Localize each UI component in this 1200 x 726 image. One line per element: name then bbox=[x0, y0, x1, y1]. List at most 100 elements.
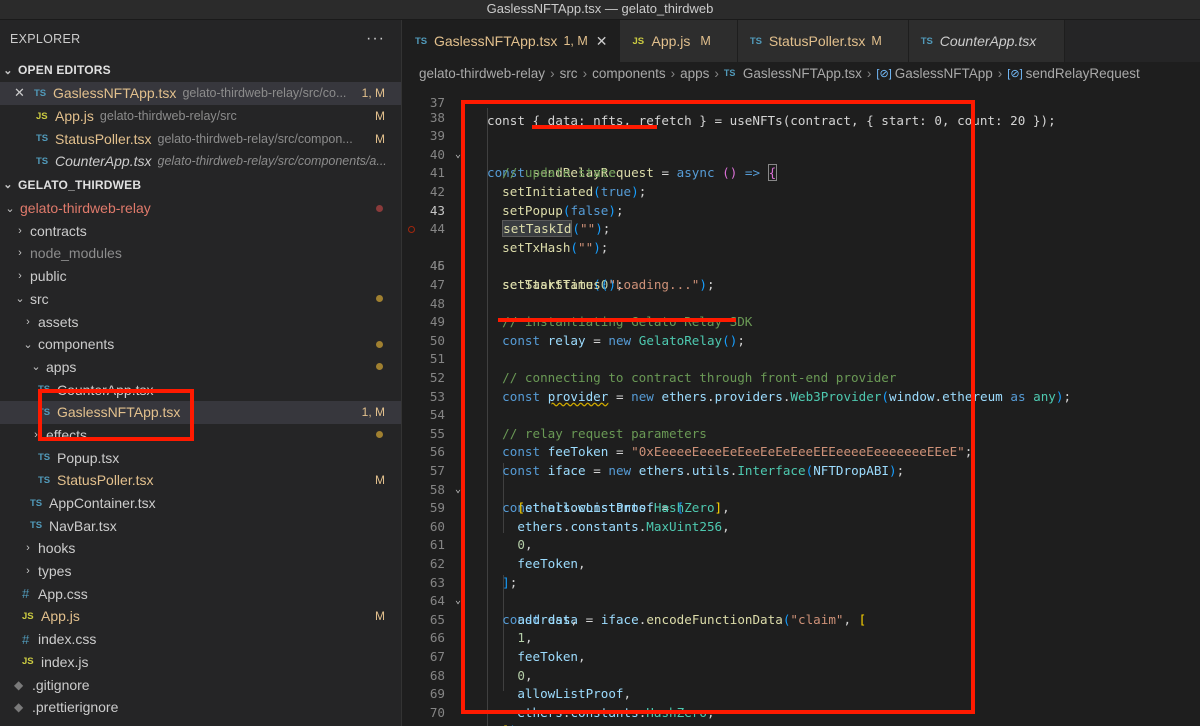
chevron-down-icon: ⌄ bbox=[3, 179, 13, 192]
tree-file[interactable]: TS StatusPoller.tsx M bbox=[0, 469, 401, 492]
code-editor[interactable]: 37 const { data: nfts, refetch } = useNF… bbox=[403, 84, 1200, 726]
open-editor-path: gelato-thirdweb-relay/src bbox=[99, 109, 237, 124]
code-line: 52 const provider = new ethers.providers… bbox=[403, 350, 1200, 404]
chevron-right-icon: › bbox=[550, 65, 555, 81]
error-dot-icon bbox=[376, 204, 383, 212]
breadcrumb-item[interactable]: GaslessNFTApp.tsx bbox=[743, 66, 862, 81]
ts-file-icon: TS bbox=[34, 87, 47, 99]
tab-statuspoller[interactable]: TS StatusPoller.tsx M bbox=[737, 20, 909, 62]
code-line: 38 bbox=[403, 90, 1200, 125]
symbol-variable-icon: [⊘] bbox=[1007, 67, 1023, 80]
tab-counterapp[interactable]: TS CounterApp.tsx bbox=[908, 20, 1066, 62]
tree-folder[interactable]: ⌄ gelato-thirdweb-relay bbox=[0, 197, 401, 220]
open-editor-item[interactable]: JS App.js gelato-thirdweb-relay/src M bbox=[0, 105, 401, 128]
tab-appjs[interactable]: JS App.js M bbox=[620, 20, 738, 62]
tree-file[interactable]: # index.css bbox=[0, 628, 401, 651]
tree-folder-label: public bbox=[30, 268, 67, 285]
chevron-right-icon: › bbox=[18, 247, 22, 260]
open-editor-path: gelato-thirdweb-relay/src/compon... bbox=[157, 131, 353, 146]
open-editor-name: App.js bbox=[55, 108, 94, 125]
tree-folder-label: gelato-thirdweb-relay bbox=[20, 200, 151, 217]
chevron-right-icon: › bbox=[34, 428, 38, 441]
open-editor-name: CounterApp.tsx bbox=[55, 153, 152, 170]
tree-file[interactable]: JS App.js M bbox=[0, 605, 401, 628]
code-line: 59 ethers.constants.MaxUint256, bbox=[403, 481, 1200, 534]
code-line: 45 setStartTime(0); bbox=[403, 220, 1200, 292]
code-line: 58 [ethers.constants.HashZero], bbox=[403, 462, 1200, 516]
chevron-down-icon: ⌄ bbox=[3, 64, 13, 77]
close-icon[interactable]: ✕ bbox=[14, 85, 28, 101]
tree-file-label: App.js bbox=[41, 608, 80, 625]
breadcrumb-item[interactable]: apps bbox=[680, 66, 709, 81]
code-line: 67 0, bbox=[403, 629, 1200, 683]
window-title: GaslessNFTApp.tsx — gelato_thirdweb bbox=[0, 0, 1200, 20]
breakpoint-icon[interactable] bbox=[408, 226, 415, 234]
tree-file[interactable]: TS CounterApp.tsx bbox=[0, 378, 401, 401]
file-status-badge: 1, M bbox=[361, 86, 385, 101]
open-editors-title: OPEN EDITORS bbox=[18, 63, 111, 77]
tree-file-label: AppContainer.tsx bbox=[49, 495, 156, 512]
tree-folder[interactable]: › types bbox=[0, 560, 401, 583]
css-file-icon: # bbox=[22, 631, 30, 647]
tree-folder[interactable]: › assets bbox=[0, 310, 401, 333]
tree-file[interactable]: TS AppContainer.tsx bbox=[0, 492, 401, 515]
tree-folder[interactable]: › effects bbox=[0, 424, 401, 447]
chevron-right-icon: › bbox=[866, 65, 872, 81]
open-editor-item[interactable]: TS StatusPoller.tsx gelato-thirdweb-rela… bbox=[0, 127, 401, 150]
tree-folder[interactable]: › node_modules bbox=[0, 242, 401, 265]
code-line: 61 feeToken, bbox=[403, 518, 1200, 571]
tree-folder[interactable]: ⌄ apps bbox=[0, 356, 401, 379]
code-line: 42 setPopup(false); bbox=[403, 164, 1200, 218]
line-number: 71 bbox=[403, 722, 445, 726]
tree-file[interactable]: ◆ .gitignore bbox=[0, 673, 401, 696]
tree-folder[interactable]: ⌄ src bbox=[0, 288, 401, 311]
tree-file-selected[interactable]: TS GaslessNFTApp.tsx 1, M bbox=[0, 400, 401, 424]
chevron-right-icon: › bbox=[18, 270, 22, 283]
file-status-badge: M bbox=[375, 609, 385, 624]
prettier-file-icon: ◆ bbox=[14, 700, 24, 715]
tree-file[interactable]: JS index.js bbox=[0, 651, 401, 674]
file-status-badge: M bbox=[375, 473, 385, 488]
explorer-sidebar: EXPLORER ··· ⌄ OPEN EDITORS ✕ TS Gasless… bbox=[0, 20, 402, 726]
ts-file-icon: TS bbox=[36, 155, 49, 167]
tree-file-label: NavBar.tsx bbox=[49, 517, 117, 534]
code-line: 47 bbox=[403, 257, 1200, 292]
tree-folder-label: hooks bbox=[38, 540, 76, 557]
breadcrumb-item[interactable]: src bbox=[560, 66, 578, 81]
breadcrumb-item[interactable]: sendRelayRequest bbox=[1026, 66, 1140, 81]
workspace-section[interactable]: ⌄ GELATO_THIRDWEB bbox=[0, 173, 401, 197]
tree-file[interactable]: TS Popup.tsx bbox=[0, 446, 401, 469]
breadcrumb-item[interactable]: components bbox=[592, 66, 666, 81]
open-editor-item[interactable]: ✕ TS GaslessNFTApp.tsx gelato-thirdweb-r… bbox=[0, 82, 401, 105]
chevron-down-icon: ⌄ bbox=[5, 202, 15, 215]
code-line: 71 bbox=[403, 704, 1200, 726]
tree-file[interactable]: TS NavBar.tsx bbox=[0, 514, 401, 537]
tree-folder[interactable]: ⌄ components bbox=[0, 333, 401, 356]
ts-file-icon: TS bbox=[36, 133, 49, 145]
code-line: 50 bbox=[403, 313, 1200, 348]
chevron-right-icon: › bbox=[582, 65, 588, 81]
symbol-variable-icon: [⊘] bbox=[876, 67, 892, 80]
code-line: 54 // relay request parameters bbox=[403, 388, 1200, 441]
close-icon[interactable]: ✕ bbox=[596, 33, 608, 50]
tree-folder[interactable]: › public bbox=[0, 265, 401, 288]
tab-label: CounterApp.tsx bbox=[939, 33, 1037, 49]
tab-gaslessnftapp[interactable]: TS GaslessNFTApp.tsx 1, M ✕ bbox=[403, 20, 621, 62]
file-status-badge: 1, M bbox=[361, 405, 385, 420]
tab-status: M bbox=[871, 34, 882, 48]
tree-folder[interactable]: › hooks bbox=[0, 537, 401, 560]
breadcrumb-item[interactable]: GaslessNFTApp bbox=[895, 66, 993, 81]
code-line: 56 const iface = new ethers.utils.Interf… bbox=[403, 425, 1200, 478]
code-line: 57 ⌄ const allowListProof = [ bbox=[403, 443, 1200, 515]
tree-file-label: StatusPoller.tsx bbox=[57, 472, 154, 489]
tree-file[interactable]: # App.css bbox=[0, 582, 401, 605]
tree-file[interactable]: ◆ .prettierignore bbox=[0, 696, 401, 719]
more-actions-icon[interactable]: ··· bbox=[366, 30, 385, 48]
open-editor-item[interactable]: TS CounterApp.tsx gelato-thirdweb-relay/… bbox=[0, 150, 401, 173]
open-editors-section[interactable]: ⌄ OPEN EDITORS bbox=[0, 58, 401, 82]
breadcrumb-item[interactable]: gelato-thirdweb-relay bbox=[419, 66, 545, 81]
open-editor-path: gelato-thirdweb-relay/src/co... bbox=[182, 86, 347, 101]
code-line: 51 // connecting to contract through fro… bbox=[403, 332, 1200, 385]
tree-folder[interactable]: › contracts bbox=[0, 219, 401, 242]
code-line: 65 1, bbox=[403, 592, 1200, 646]
